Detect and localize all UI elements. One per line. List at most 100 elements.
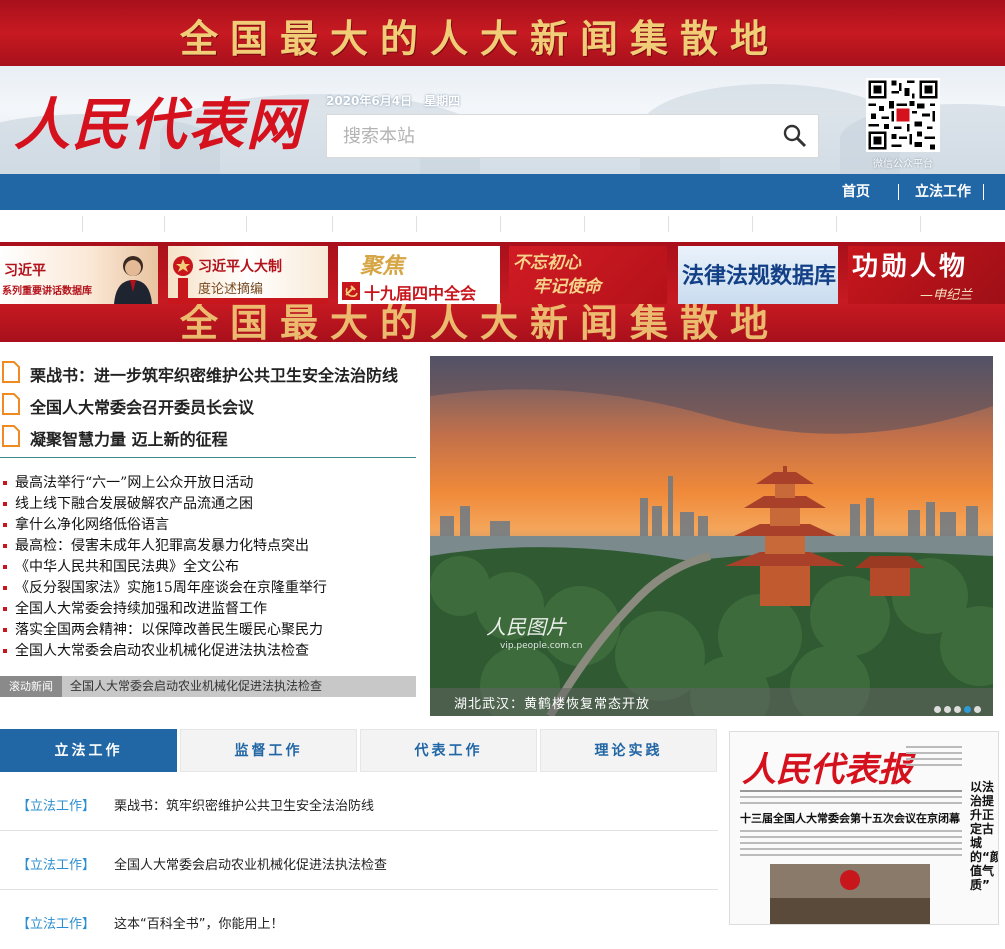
article-tag[interactable]: 【立法工作】	[17, 913, 95, 932]
feature-subtitle: —申纪兰	[920, 288, 973, 303]
feature-law-database[interactable]: 法律法规数据库	[678, 246, 838, 304]
site-header: 人民代表网 2020年6月4日 星期四 微信公众平	[0, 66, 1005, 174]
article-title[interactable]: 这本“百科全书”，你能用上！	[114, 913, 283, 932]
scrolling-news-label: 滚动新闻	[0, 676, 62, 697]
newspaper-photo	[770, 864, 930, 924]
tab-supervision[interactable]: 监督工作	[180, 729, 357, 772]
main-navbar: 首页 立法工作	[0, 174, 1005, 210]
document-icon	[2, 361, 20, 383]
headline-item[interactable]: 凝聚智慧力量 迈上新的征程	[2, 422, 416, 450]
carousel-dot[interactable]	[944, 706, 951, 713]
carousel-dot[interactable]	[954, 706, 961, 713]
bullet-icon	[3, 544, 7, 548]
scrolling-news-text[interactable]: 全国人大常委会启动农业机械化促进法执法检查	[70, 676, 322, 697]
feature-meritorious-figure[interactable]: 功勋人物 —申纪兰	[848, 246, 1005, 304]
list-item[interactable]: 线上线下融合发展破解农产品流通之困	[0, 493, 416, 514]
watermark-url: vip.people.com.cn	[500, 641, 583, 651]
tab-legislation[interactable]: 立法工作	[0, 729, 177, 772]
carousel-dot[interactable]	[974, 706, 981, 713]
newspaper-logo: 人民代表报	[742, 750, 912, 790]
table-row[interactable]: 【立法工作】 全国人大常委会启动农业机械化促进法执法检查	[0, 832, 718, 890]
photo-caption-bar: 湖北武汉：黄鹤楼恢复常态开放	[430, 688, 993, 716]
article-title[interactable]: 全国人大常委会启动农业机械化促进法执法检查	[114, 854, 387, 873]
carousel-dot-active[interactable]	[964, 706, 971, 713]
news-title[interactable]: 拿什么净化网络低俗语言	[15, 514, 169, 534]
feature-title: 功勋人物	[852, 252, 969, 282]
search-icon[interactable]	[782, 123, 808, 149]
document-icon	[2, 393, 20, 415]
bullet-icon	[3, 628, 7, 632]
nav-legislation[interactable]: 立法工作	[915, 174, 971, 210]
feature-title: 习近平	[4, 263, 46, 279]
news-title[interactable]: 线上线下融合发展破解农产品流通之困	[15, 493, 253, 513]
document-icon	[2, 425, 20, 447]
newspaper-side-headline: 以法治提升正定古城的“颜值气质”	[970, 780, 999, 892]
list-item[interactable]: 拿什么净化网络低俗语言	[0, 514, 416, 535]
headline-title[interactable]: 凝聚智慧力量 迈上新的征程	[30, 426, 228, 450]
feature-subtitle: 十九届四中全会	[364, 284, 477, 303]
feature-title: 不忘初心	[513, 253, 581, 273]
photo-carousel[interactable]: 人民图片 vip.people.com.cn	[430, 356, 993, 716]
feature-fourth-plenum[interactable]: 聚焦 十九届四中全会	[338, 246, 500, 304]
emblem-icon	[173, 256, 193, 298]
list-item[interactable]: 最高法举行“六一”网上公众开放日活动	[0, 472, 416, 493]
nav-home[interactable]: 首页	[842, 174, 870, 210]
news-title[interactable]: 最高法举行“六一”网上公众开放日活动	[15, 472, 253, 492]
bullet-icon	[3, 649, 7, 653]
news-title[interactable]: 《中华人民共和国民法典》全文公布	[15, 556, 239, 576]
nav-divider	[983, 184, 984, 200]
bullet-icon	[3, 607, 7, 611]
list-item[interactable]: 《中华人民共和国民法典》全文公布	[0, 556, 416, 577]
tab-deputy-work[interactable]: 代表工作	[360, 729, 537, 772]
list-item[interactable]: 《反分裂国家法》实施15周年座谈会在京隆重举行	[0, 577, 416, 598]
list-item[interactable]: 落实全国两会精神：以保障改善民生暖民心聚民力	[0, 619, 416, 640]
category-tabs: 立法工作 监督工作 代表工作 理论实践	[0, 729, 718, 772]
list-item[interactable]: 最高检：侵害未成年人犯罪高发暴力化特点突出	[0, 535, 416, 556]
feature-subtitle: 系列重要讲话数据库	[2, 286, 92, 297]
section-divider	[0, 457, 416, 458]
feature-banner-band: 全国最大的人大新闻集散地 习近平 系列重要讲话数据库 习近平人大制 度论述摘编 …	[0, 242, 1005, 342]
headline-item[interactable]: 全国人大常委会召开委员长会议	[2, 390, 416, 418]
newspaper-headline: 十三届全国人大常委会第十五次会议在京闭幕	[740, 812, 960, 825]
feature-title: 法律法规数据库	[682, 263, 837, 289]
carousel-dots	[931, 698, 981, 717]
news-title[interactable]: 《反分裂国家法》实施15周年座谈会在京隆重举行	[15, 577, 327, 597]
newspaper-thumbnail[interactable]: 人民代表报 十三届全国人大常委会第十五次会议在京闭幕 以法治提升正定古城的“颜值…	[729, 731, 999, 925]
table-row[interactable]: 【立法工作】 栗战书：筑牢织密维护公共卫生安全法治防线	[0, 773, 718, 831]
bullet-icon	[3, 502, 7, 506]
news-title[interactable]: 落实全国两会精神：以保障改善民生暖民心聚民力	[15, 619, 323, 639]
sub-nav-placeholder	[0, 210, 1005, 242]
article-tag[interactable]: 【立法工作】	[17, 854, 95, 873]
article-tag[interactable]: 【立法工作】	[17, 795, 95, 814]
search-box	[326, 114, 819, 158]
qr-label: 微信公众平台	[873, 159, 933, 170]
headline-item[interactable]: 栗战书：进一步筑牢织密维护公共卫生安全法治防线	[2, 358, 416, 386]
feature-original-aspiration[interactable]: 不忘初心 牢记使命	[509, 246, 667, 304]
current-date: 2020年6月4日 星期四	[326, 94, 461, 108]
article-title[interactable]: 栗战书：筑牢织密维护公共卫生安全法治防线	[114, 795, 374, 814]
list-item[interactable]: 全国人大常委会持续加强和改进监督工作	[0, 598, 416, 619]
feature-title: 聚焦	[360, 253, 405, 279]
bullet-icon	[3, 481, 7, 485]
carousel-image[interactable]: 人民图片 vip.people.com.cn	[430, 356, 993, 716]
search-input[interactable]	[327, 115, 767, 157]
news-title[interactable]: 全国人大常委会启动农业机械化促进法执法检查	[15, 640, 309, 660]
site-logo[interactable]: 人民代表网	[14, 80, 304, 161]
headline-title[interactable]: 全国人大常委会召开委员长会议	[30, 394, 254, 418]
watermark-text: 人民图片	[486, 615, 567, 639]
bullet-icon	[3, 565, 7, 569]
feature-xi-speeches[interactable]: 习近平 系列重要讲话数据库	[0, 246, 158, 304]
headline-title[interactable]: 栗战书：进一步筑牢织密维护公共卫生安全法治防线	[30, 362, 398, 386]
tab-theory-practice[interactable]: 理论实践	[540, 729, 717, 772]
news-title[interactable]: 全国人大常委会持续加强和改进监督工作	[15, 598, 267, 618]
news-title[interactable]: 最高检：侵害未成年人犯罪高发暴力化特点突出	[15, 535, 309, 555]
table-row[interactable]: 【立法工作】 这本“百科全书”，你能用上！	[0, 891, 718, 949]
photo-caption[interactable]: 湖北武汉：黄鹤楼恢复常态开放	[454, 693, 650, 712]
carousel-dot[interactable]	[934, 706, 941, 713]
feature-people-congress-system[interactable]: 习近平人大制 度论述摘编	[168, 246, 328, 304]
top-banner: 全国最大的人大新闻集散地	[0, 0, 1005, 66]
banner-slogan: 全国最大的人大新闻集散地	[180, 16, 781, 61]
bullet-icon	[3, 586, 7, 590]
list-item[interactable]: 全国人大常委会启动农业机械化促进法执法检查	[0, 640, 416, 661]
portrait-icon	[114, 256, 152, 304]
